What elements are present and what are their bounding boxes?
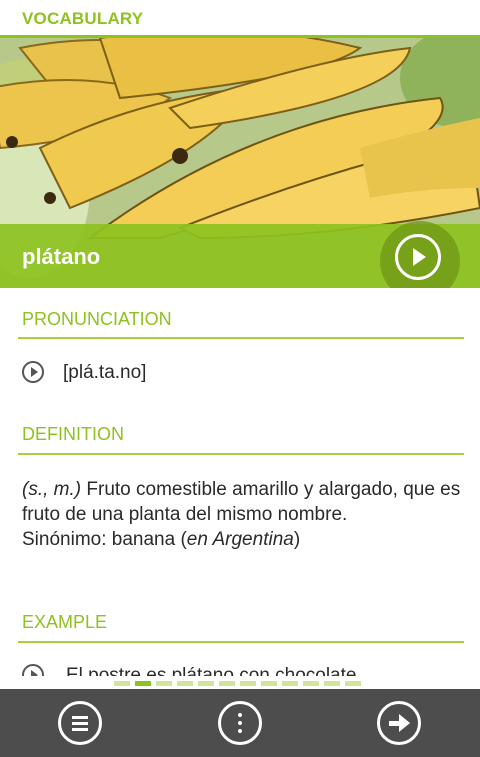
page-dot [324, 681, 340, 686]
page-dot [177, 681, 193, 686]
page-dot [198, 681, 214, 686]
word-category: (s., m.) [22, 479, 82, 500]
synonym-suffix: ) [293, 529, 301, 550]
bottom-navigation [0, 689, 480, 757]
definition-heading: DEFINITION [22, 424, 124, 444]
page-dot-active [135, 681, 151, 686]
page-dot [240, 681, 256, 686]
play-triangle-icon [413, 248, 426, 266]
more-icon[interactable] [218, 701, 262, 745]
synonym-prefix: Sinónimo: banana ( [22, 529, 187, 550]
vocabulary-word: plátano [22, 244, 101, 269]
page-dot [114, 681, 130, 686]
hero-image: plátano [0, 38, 480, 288]
page-dot [261, 681, 277, 686]
app-header: VOCABULARY [0, 0, 480, 38]
play-example-icon[interactable] [22, 664, 44, 676]
play-pronunciation-icon[interactable] [22, 361, 44, 383]
page-dot [282, 681, 298, 686]
pronunciation-text: [plá.ta.no] [63, 362, 147, 383]
page-dot [303, 681, 319, 686]
page-dot [219, 681, 235, 686]
definition-text: (s., m.) Fruto comestible amarillo y ala… [22, 477, 462, 552]
page-dot [156, 681, 172, 686]
page-dot [345, 681, 361, 686]
example-text: El postre es plátano con chocolate. [66, 665, 362, 676]
synonym-region: en Argentina [186, 529, 294, 550]
example-clip: El postre es plátano con chocolate. [0, 600, 480, 676]
page-title: VOCABULARY [22, 9, 144, 28]
pronunciation-divider [18, 337, 464, 339]
definition-body: Fruto comestible amarillo y alargado, qu… [22, 479, 461, 525]
definition-divider [18, 453, 464, 455]
pronunciation-heading: PRONUNCIATION [22, 309, 172, 329]
next-arrow-icon[interactable] [377, 701, 421, 745]
menu-icon[interactable] [58, 701, 102, 745]
page-indicator [114, 681, 374, 687]
